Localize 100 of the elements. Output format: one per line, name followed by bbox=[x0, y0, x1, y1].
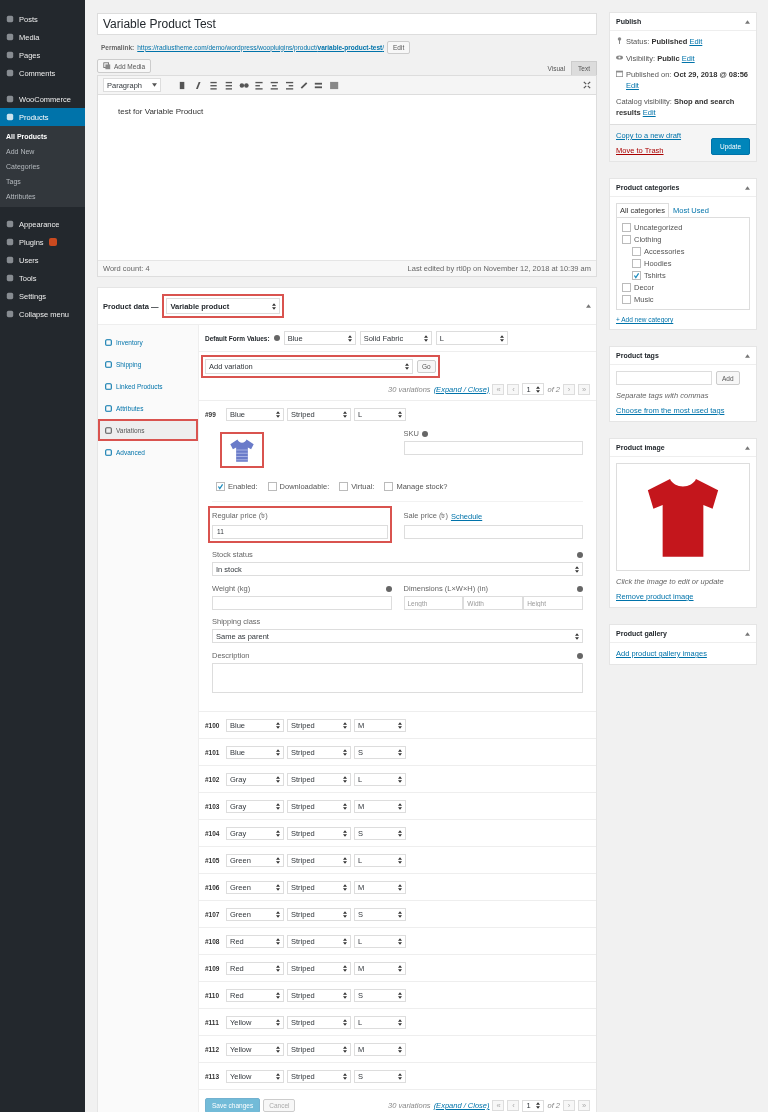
tab-icon bbox=[105, 404, 112, 412]
select-arrows-icon bbox=[276, 910, 280, 918]
checkbox[interactable] bbox=[622, 235, 631, 244]
select-arrows-icon bbox=[536, 1102, 541, 1109]
help-icon[interactable] bbox=[421, 430, 428, 437]
select-arrows-icon bbox=[398, 802, 402, 810]
select-arrows-icon bbox=[276, 775, 280, 783]
select-arrows-icon bbox=[347, 334, 352, 342]
menu-icon bbox=[6, 113, 14, 121]
menu-icon bbox=[6, 33, 14, 41]
help-icon[interactable] bbox=[385, 585, 392, 592]
menu-icon bbox=[6, 69, 14, 77]
checkbox[interactable] bbox=[632, 259, 641, 268]
tag-input[interactable] bbox=[616, 371, 712, 385]
select-arrows-icon bbox=[276, 1072, 280, 1080]
select-arrows-icon bbox=[276, 964, 280, 972]
select-arrows-icon bbox=[398, 964, 402, 972]
select-arrows-icon bbox=[398, 991, 402, 999]
checkbox[interactable] bbox=[632, 271, 641, 280]
select-arrows-icon bbox=[398, 775, 402, 783]
title-field[interactable]: Variable Product Test bbox=[97, 13, 597, 35]
select-arrows-icon bbox=[343, 775, 347, 783]
checkbox[interactable] bbox=[216, 482, 225, 491]
tab-icon bbox=[105, 448, 112, 456]
menu-icon bbox=[6, 274, 14, 282]
pin-icon bbox=[616, 37, 623, 44]
tab-icon bbox=[105, 426, 112, 434]
select-arrows-icon bbox=[272, 302, 277, 310]
select-arrows-icon bbox=[398, 1045, 402, 1053]
help-icon[interactable] bbox=[577, 551, 583, 558]
collapse-arrow-icon[interactable] bbox=[745, 353, 750, 358]
help-icon[interactable] bbox=[577, 652, 583, 659]
collapse-arrow-icon[interactable] bbox=[745, 185, 750, 190]
select-arrows-icon bbox=[343, 410, 347, 418]
select-arrows-icon bbox=[276, 748, 280, 756]
select-arrows-icon bbox=[343, 856, 347, 864]
checkbox[interactable] bbox=[622, 283, 631, 292]
collapse-arrow-icon[interactable] bbox=[745, 631, 750, 636]
fullscreen-icon[interactable] bbox=[583, 81, 591, 89]
menu-icon bbox=[6, 15, 14, 23]
select-arrows-icon bbox=[276, 856, 280, 864]
product-image[interactable] bbox=[616, 463, 750, 571]
select-arrows-icon bbox=[343, 991, 347, 999]
select-arrows-icon bbox=[343, 721, 347, 729]
menu-icon bbox=[6, 51, 14, 59]
checkbox[interactable] bbox=[384, 482, 394, 491]
select-arrows-icon bbox=[276, 991, 280, 999]
select-arrows-icon bbox=[398, 1072, 402, 1080]
menu-icon bbox=[6, 95, 14, 103]
variation-image[interactable] bbox=[220, 432, 264, 468]
select-arrows-icon bbox=[398, 937, 402, 945]
help-icon[interactable] bbox=[273, 335, 280, 341]
tab-icon bbox=[105, 338, 112, 346]
select-arrows-icon bbox=[276, 937, 280, 945]
media-icon bbox=[103, 62, 111, 70]
sale-price-input[interactable] bbox=[403, 525, 583, 539]
collapse-arrow-icon[interactable] bbox=[586, 304, 591, 308]
menu-icon bbox=[6, 238, 14, 246]
select-arrows-icon bbox=[276, 883, 280, 891]
checkbox[interactable] bbox=[622, 295, 631, 304]
tab-icon bbox=[105, 360, 112, 368]
select-arrows-icon bbox=[423, 334, 428, 342]
select-arrows-icon bbox=[536, 385, 541, 393]
help-icon[interactable] bbox=[577, 585, 583, 592]
menu-icon bbox=[6, 310, 14, 318]
tab-icon bbox=[105, 382, 112, 390]
checkbox[interactable] bbox=[632, 247, 641, 256]
post-content-text: test for Variable Product bbox=[118, 107, 205, 116]
select-arrows-icon bbox=[276, 802, 280, 810]
select-arrows-icon bbox=[398, 410, 402, 418]
select-arrows-icon bbox=[343, 964, 347, 972]
collapse-arrow-icon[interactable] bbox=[745, 19, 750, 24]
select-arrows-icon bbox=[343, 910, 347, 918]
select-arrows-icon bbox=[398, 721, 402, 729]
select-arrows-icon bbox=[343, 748, 347, 756]
calendar-icon bbox=[616, 70, 623, 77]
select-arrows-icon bbox=[343, 1072, 347, 1080]
weight-input[interactable] bbox=[212, 596, 392, 610]
select-arrows-icon bbox=[575, 632, 579, 640]
select-arrows-icon bbox=[398, 829, 402, 837]
checkbox[interactable] bbox=[267, 482, 277, 491]
select-arrows-icon bbox=[276, 1045, 280, 1053]
select-arrows-icon bbox=[276, 829, 280, 837]
select-arrows-icon bbox=[405, 363, 409, 370]
collapse-arrow-icon[interactable] bbox=[745, 445, 750, 450]
select-arrows-icon bbox=[343, 1018, 347, 1026]
select-arrows-icon bbox=[276, 410, 280, 418]
select-arrows-icon bbox=[276, 1018, 280, 1026]
select-arrows-icon bbox=[398, 1018, 402, 1026]
checkbox[interactable] bbox=[622, 223, 631, 232]
select-arrows-icon bbox=[343, 883, 347, 891]
select-arrows-icon bbox=[499, 334, 504, 342]
menu-icon bbox=[6, 220, 14, 228]
select-arrows-icon bbox=[398, 856, 402, 864]
sku-input[interactable] bbox=[403, 441, 583, 455]
eye-icon bbox=[616, 53, 623, 61]
select-arrows-icon bbox=[398, 883, 402, 891]
select-arrows-icon bbox=[343, 829, 347, 837]
checkbox[interactable] bbox=[339, 482, 349, 491]
select-arrows-icon bbox=[343, 802, 347, 810]
